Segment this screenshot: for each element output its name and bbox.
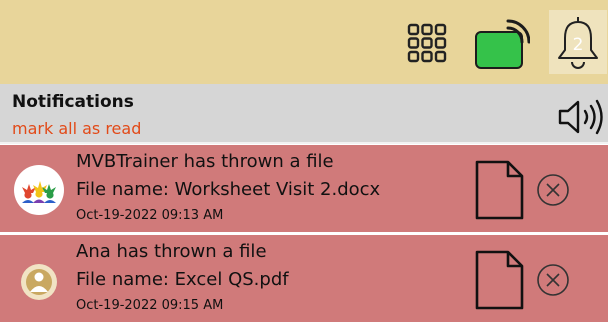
- notification-timestamp: Oct-19-2022 09:13 AM: [76, 208, 224, 223]
- notification-title: Ana has thrown a file: [76, 241, 267, 262]
- top-bar: 2: [0, 0, 608, 84]
- page-title: Notifications: [12, 92, 134, 112]
- document-icon[interactable]: [472, 249, 526, 311]
- notification-title: MVBTrainer has thrown a file: [76, 151, 334, 172]
- group-avatar-icon: [14, 165, 64, 215]
- mark-all-read-link[interactable]: mark all as read: [12, 119, 141, 138]
- close-circle-icon[interactable]: [536, 263, 570, 297]
- apps-grid-icon[interactable]: [407, 23, 447, 63]
- notifications-bell-button[interactable]: 2: [549, 10, 607, 74]
- notification-item[interactable]: MVBTrainer has thrown a file File name: …: [0, 145, 608, 232]
- document-icon[interactable]: [472, 159, 526, 221]
- user-avatar-icon: [14, 255, 64, 305]
- notifications-header: Notifications mark all as read: [0, 84, 608, 144]
- notification-file-name: File name: Worksheet Visit 2.docx: [76, 179, 381, 200]
- wifi-card-icon[interactable]: [474, 18, 530, 70]
- notification-item[interactable]: Ana has thrown a file File name: Excel Q…: [0, 235, 608, 322]
- close-circle-icon[interactable]: [536, 173, 570, 207]
- speaker-icon[interactable]: [556, 96, 606, 138]
- notification-file-name: File name: Excel QS.pdf: [76, 269, 289, 290]
- notification-timestamp: Oct-19-2022 09:15 AM: [76, 298, 224, 313]
- notification-count: 2: [572, 35, 584, 55]
